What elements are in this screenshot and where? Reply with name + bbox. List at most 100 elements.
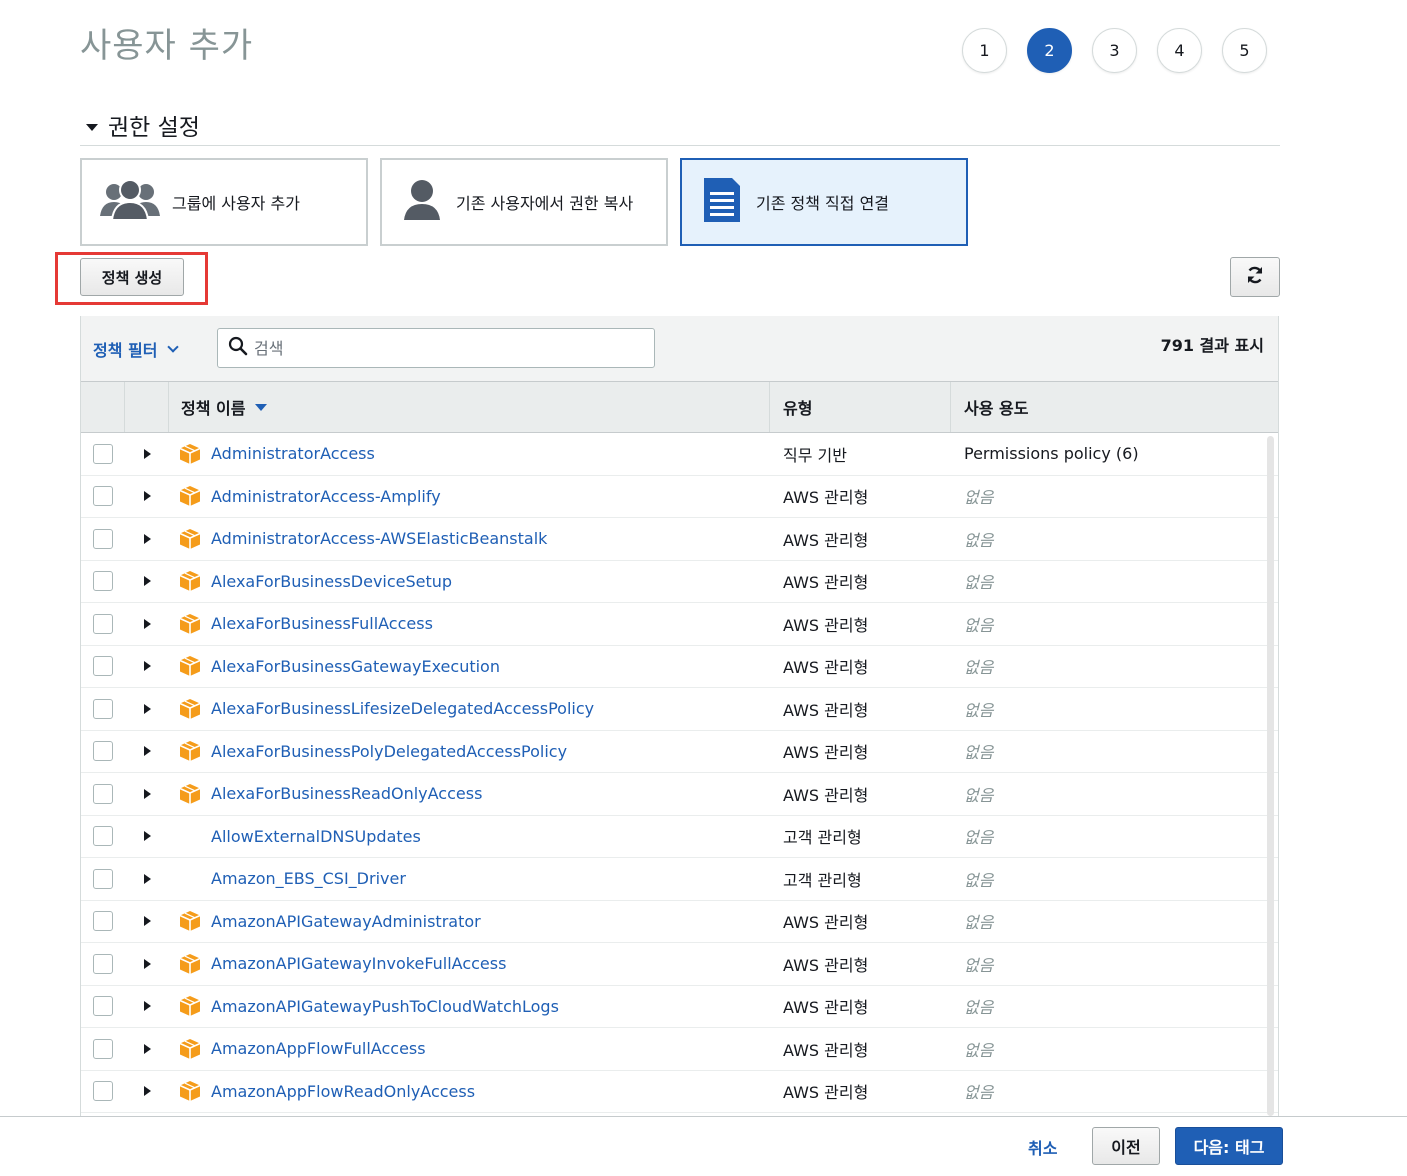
table-row[interactable]: AlexaForBusinessFullAccess AWS 관리형 없음 bbox=[81, 603, 1278, 646]
expand-triangle-icon[interactable] bbox=[143, 533, 151, 544]
row-checkbox[interactable] bbox=[93, 613, 113, 634]
table-row[interactable]: AmazonAppFlowFullAccess AWS 관리형 없음 bbox=[81, 1028, 1278, 1071]
table-row[interactable]: AmazonAPIGatewayInvokeFullAccess AWS 관리형 없… bbox=[81, 943, 1278, 986]
policy-usage-cell: 없음 bbox=[964, 1040, 994, 1060]
cancel-link[interactable]: 취소 bbox=[1028, 1135, 1057, 1159]
expand-triangle-icon[interactable] bbox=[143, 448, 151, 459]
row-checkbox[interactable] bbox=[93, 443, 113, 464]
policy-link[interactable]: Amazon_EBS_CSI_Driver bbox=[211, 869, 406, 888]
expand-triangle-icon[interactable] bbox=[143, 1043, 151, 1054]
row-checkbox[interactable] bbox=[93, 996, 113, 1017]
expand-triangle-icon[interactable] bbox=[143, 491, 151, 502]
header-usage[interactable]: 사용 용도 bbox=[951, 382, 1278, 432]
policy-link[interactable]: AdministratorAccess-Amplify bbox=[211, 487, 441, 506]
create-policy-button[interactable]: 정책 생성 bbox=[80, 258, 184, 296]
table-row[interactable]: AdministratorAccess-AWSElasticBeanstalk A… bbox=[81, 518, 1278, 561]
table-row[interactable]: AlexaForBusinessGatewayExecution AWS 관리형 없… bbox=[81, 646, 1278, 688]
table-row[interactable]: AlexaForBusinessDeviceSetup AWS 관리형 없음 bbox=[81, 561, 1278, 603]
table-row[interactable]: AdministratorAccess 직무 기반 Permissions poli… bbox=[81, 433, 1278, 476]
table-row[interactable]: AdministratorAccess-Amplify AWS 관리형 없음 bbox=[81, 476, 1278, 518]
policy-link[interactable]: AlexaForBusinessPolyDelegatedAccessPolic… bbox=[211, 742, 567, 761]
row-checkbox[interactable] bbox=[93, 486, 113, 507]
table-row[interactable]: AmazonAPIGatewayPushToCloudWatchLogs AWS … bbox=[81, 986, 1278, 1028]
previous-button[interactable]: 이전 bbox=[1092, 1127, 1160, 1165]
expand-triangle-icon[interactable] bbox=[143, 873, 151, 884]
expand-triangle-icon[interactable] bbox=[143, 618, 151, 629]
search-box[interactable] bbox=[217, 328, 655, 368]
policy-link[interactable]: AlexaForBusinessFullAccess bbox=[211, 614, 433, 633]
row-checkbox[interactable] bbox=[93, 528, 113, 549]
header-type[interactable]: 유형 bbox=[770, 382, 951, 432]
step-4[interactable]: 4 bbox=[1157, 28, 1202, 73]
expand-triangle-icon[interactable] bbox=[143, 1086, 151, 1097]
row-checkbox[interactable] bbox=[93, 741, 113, 762]
row-checkbox[interactable] bbox=[93, 953, 113, 974]
policy-link[interactable]: AlexaForBusinessDeviceSetup bbox=[211, 572, 452, 591]
policy-filter-dropdown[interactable]: 정책 필터 bbox=[93, 337, 180, 361]
policy-link[interactable]: AlexaForBusinessGatewayExecution bbox=[211, 657, 500, 676]
policy-link[interactable]: AmazonAPIGatewayPushToCloudWatchLogs bbox=[211, 997, 559, 1016]
option-copy-from-user[interactable]: 기존 사용자에서 권한 복사 bbox=[380, 158, 668, 246]
row-checkbox[interactable] bbox=[93, 698, 113, 719]
policy-link[interactable]: AmazonAPIGatewayAdministrator bbox=[211, 912, 481, 931]
expand-triangle-icon[interactable] bbox=[143, 661, 151, 672]
column-label: 유형 bbox=[783, 399, 813, 418]
expand-triangle-icon[interactable] bbox=[143, 788, 151, 799]
expand-triangle-icon[interactable] bbox=[143, 958, 151, 969]
row-checkbox[interactable] bbox=[93, 826, 113, 847]
table-row[interactable]: AmazonAPIGatewayAdministrator AWS 관리형 없음 bbox=[81, 901, 1278, 943]
expand-triangle-icon[interactable] bbox=[143, 703, 151, 714]
step-3[interactable]: 3 bbox=[1092, 28, 1137, 73]
header-expand-col bbox=[125, 382, 169, 432]
row-checkbox[interactable] bbox=[93, 656, 113, 677]
policy-name-cell: AlexaForBusinessDeviceSetup bbox=[169, 570, 770, 592]
option-add-to-group[interactable]: 그룹에 사용자 추가 bbox=[80, 158, 368, 246]
expand-triangle-icon[interactable] bbox=[143, 916, 151, 927]
table-row[interactable]: Amazon_EBS_CSI_Driver 고객 관리형 없음 bbox=[81, 858, 1278, 901]
policy-link[interactable]: AmazonAppFlowReadOnlyAccess bbox=[211, 1082, 475, 1101]
row-checkbox[interactable] bbox=[93, 911, 113, 932]
policy-type-cell: 직무 기반 bbox=[783, 445, 847, 465]
row-expand-cell bbox=[125, 916, 169, 927]
policy-link[interactable]: AmazonAppFlowFullAccess bbox=[211, 1039, 426, 1058]
permissions-section-header[interactable]: 권한 설정 bbox=[80, 104, 1280, 146]
policy-link[interactable]: AmazonAPIGatewayInvokeFullAccess bbox=[211, 954, 506, 973]
table-row[interactable]: AmazonAppFlowReadOnlyAccess AWS 관리형 없음 bbox=[81, 1071, 1278, 1113]
policy-name-cell: AlexaForBusinessFullAccess bbox=[169, 613, 770, 635]
expand-triangle-icon[interactable] bbox=[143, 831, 151, 842]
policy-link[interactable]: AlexaForBusinessReadOnlyAccess bbox=[211, 784, 482, 803]
aws-managed-policy-icon bbox=[179, 570, 201, 592]
policy-link[interactable]: AdministratorAccess-AWSElasticBeanstalk bbox=[211, 529, 547, 548]
refresh-button[interactable] bbox=[1230, 257, 1280, 297]
option-attach-policies[interactable]: 기존 정책 직접 연결 bbox=[680, 158, 968, 246]
policy-link[interactable]: AllowExternalDNSUpdates bbox=[211, 827, 421, 846]
row-checkbox[interactable] bbox=[93, 1081, 113, 1102]
next-tags-button[interactable]: 다음: 태그 bbox=[1175, 1127, 1283, 1165]
table-row[interactable]: AlexaForBusinessLifesizeDelegatedAccessP… bbox=[81, 688, 1278, 731]
aws-managed-policy-icon bbox=[179, 613, 201, 635]
policy-link[interactable]: AdministratorAccess bbox=[211, 444, 375, 463]
table-row[interactable]: AlexaForBusinessReadOnlyAccess AWS 관리형 없음 bbox=[81, 773, 1278, 816]
row-checkbox[interactable] bbox=[93, 783, 113, 804]
row-checkbox[interactable] bbox=[93, 571, 113, 592]
search-icon bbox=[228, 336, 248, 360]
scrollbar[interactable] bbox=[1267, 436, 1274, 1116]
policy-link[interactable]: AlexaForBusinessLifesizeDelegatedAccessP… bbox=[211, 699, 594, 718]
policy-name-cell: AdministratorAccess-Amplify bbox=[169, 485, 770, 507]
table-header: 정책 이름 유형 사용 용도 bbox=[81, 382, 1278, 433]
table-row[interactable]: AlexaForBusinessPolyDelegatedAccessPolic… bbox=[81, 731, 1278, 773]
row-checkbox[interactable] bbox=[93, 1038, 113, 1059]
step-5[interactable]: 5 bbox=[1222, 28, 1267, 73]
row-expand-cell bbox=[125, 533, 169, 544]
step-1[interactable]: 1 bbox=[962, 28, 1007, 73]
row-checkbox[interactable] bbox=[93, 868, 113, 889]
search-input[interactable] bbox=[254, 338, 634, 358]
expand-triangle-icon[interactable] bbox=[143, 576, 151, 587]
policy-type-cell: AWS 관리형 bbox=[783, 658, 869, 678]
step-2[interactable]: 2 bbox=[1027, 28, 1072, 73]
policy-name-cell: AmazonAPIGatewayInvokeFullAccess bbox=[169, 953, 770, 975]
expand-triangle-icon[interactable] bbox=[143, 746, 151, 757]
table-row[interactable]: AllowExternalDNSUpdates 고객 관리형 없음 bbox=[81, 816, 1278, 858]
header-policy-name[interactable]: 정책 이름 bbox=[169, 382, 770, 432]
expand-triangle-icon[interactable] bbox=[143, 1001, 151, 1012]
